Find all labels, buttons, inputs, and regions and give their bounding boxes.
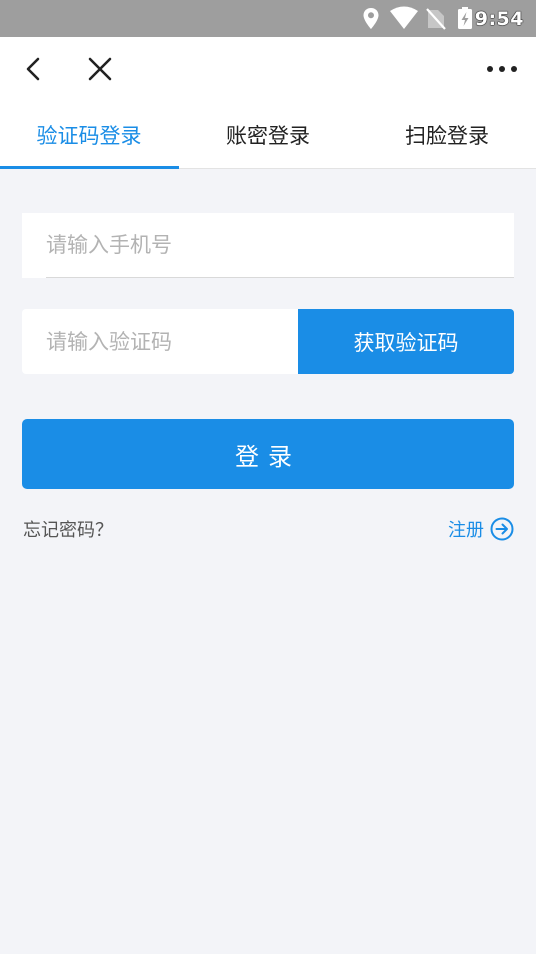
arrow-right-circle-icon bbox=[490, 517, 514, 541]
no-sim-icon bbox=[426, 8, 446, 30]
wifi-icon bbox=[390, 6, 418, 29]
tab-sms-login[interactable]: 验证码登录 bbox=[0, 102, 179, 169]
battery-charging-icon bbox=[458, 7, 472, 29]
status-bar: 9:54 bbox=[0, 0, 536, 37]
phone-field-card bbox=[22, 213, 514, 278]
more-icon bbox=[487, 66, 517, 72]
register-label: 注册 bbox=[448, 520, 484, 541]
back-button[interactable] bbox=[12, 47, 56, 91]
location-icon bbox=[363, 8, 379, 29]
tab-label: 账密登录 bbox=[226, 124, 310, 148]
status-time: 9:54 bbox=[474, 8, 524, 30]
phone-input[interactable] bbox=[46, 213, 506, 277]
login-button[interactable]: 登录 bbox=[22, 419, 514, 489]
tab-face-login[interactable]: 扫脸登录 bbox=[358, 102, 536, 168]
login-label: 登录 bbox=[235, 442, 301, 471]
more-button[interactable] bbox=[480, 47, 524, 91]
get-code-label: 获取验证码 bbox=[353, 330, 459, 355]
close-button[interactable] bbox=[78, 47, 122, 91]
register-link[interactable]: 注册 bbox=[448, 514, 514, 544]
app-bar bbox=[0, 37, 536, 103]
tab-label: 扫脸登录 bbox=[405, 124, 489, 148]
code-input[interactable] bbox=[46, 309, 296, 374]
phone-field-underline bbox=[46, 277, 514, 278]
tab-label: 验证码登录 bbox=[36, 124, 142, 148]
active-tab-indicator bbox=[0, 166, 179, 169]
close-icon bbox=[88, 57, 112, 81]
code-field-card bbox=[22, 309, 298, 374]
tab-password-login[interactable]: 账密登录 bbox=[179, 102, 357, 168]
back-icon bbox=[26, 57, 40, 81]
forgot-password-link[interactable]: 忘记密码？ bbox=[23, 516, 113, 542]
login-tabs: 验证码登录 账密登录 扫脸登录 bbox=[0, 102, 536, 169]
get-code-button[interactable]: 获取验证码 bbox=[298, 309, 514, 374]
